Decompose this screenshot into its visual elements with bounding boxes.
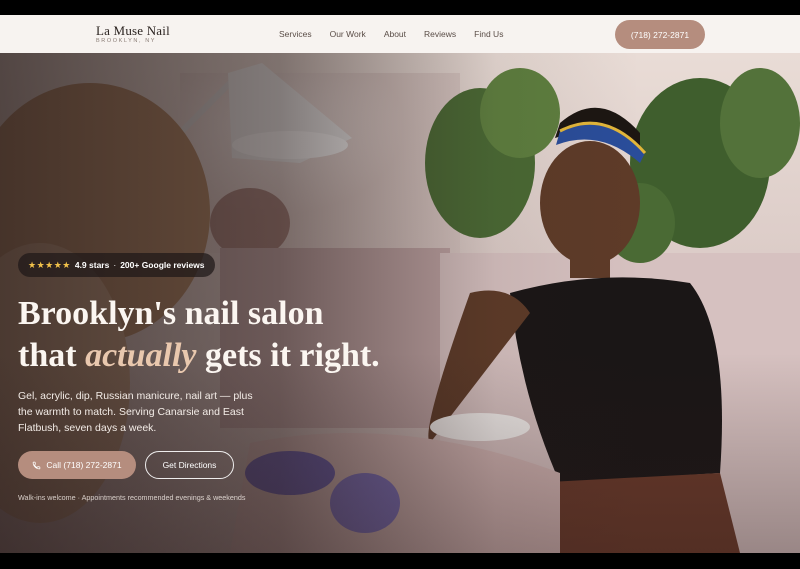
browser-frame: La Muse Nail BROOKLYN, NY Services Our W…: [0, 0, 800, 569]
nav-our-work[interactable]: Our Work: [330, 29, 366, 39]
hero-section: ★★★★★ 4.9 stars · 200+ Google reviews Br…: [0, 53, 800, 553]
star-icon: ★★★★★: [28, 259, 71, 270]
site-header: La Muse Nail BROOKLYN, NY Services Our W…: [0, 15, 800, 53]
rating-badge: ★★★★★ 4.9 stars · 200+ Google reviews: [18, 253, 215, 277]
rating-separator: ·: [113, 260, 117, 270]
logo[interactable]: La Muse Nail BROOKLYN, NY: [96, 24, 170, 44]
hero-subtext: Gel, acrylic, dip, Russian manicure, nai…: [18, 390, 253, 434]
headline-line-2: that actually gets it right.: [18, 335, 380, 377]
hero-headline: Brooklyn's nail salon that actually gets…: [18, 293, 380, 377]
logo-location: BROOKLYN, NY: [96, 38, 157, 44]
main-nav: Services Our Work About Reviews Find Us: [279, 29, 503, 39]
logo-name: La Muse Nail: [96, 23, 170, 38]
headline-accent: actually: [85, 337, 197, 374]
nav-about[interactable]: About: [384, 29, 406, 39]
phone-icon: [33, 461, 41, 469]
review-count: 200+ Google reviews: [120, 260, 205, 270]
headline-line-1: Brooklyn's nail salon: [18, 295, 324, 332]
header-phone-button[interactable]: (718) 272-2871: [615, 20, 705, 49]
nav-reviews[interactable]: Reviews: [424, 29, 456, 39]
directions-button[interactable]: Get Directions: [145, 451, 234, 479]
page: La Muse Nail BROOKLYN, NY Services Our W…: [0, 15, 800, 553]
call-button-label: Call (718) 272-2871: [46, 460, 122, 470]
rating-value: 4.9 stars: [74, 260, 110, 270]
nav-services[interactable]: Services: [279, 29, 312, 39]
headline-end: gets it right.: [205, 337, 380, 374]
headline-start: that: [18, 337, 77, 374]
walkin-note: Walk-ins welcome · Appointments recommen…: [18, 493, 246, 502]
nav-find-us[interactable]: Find Us: [474, 29, 503, 39]
call-button[interactable]: Call (718) 272-2871: [18, 451, 136, 479]
